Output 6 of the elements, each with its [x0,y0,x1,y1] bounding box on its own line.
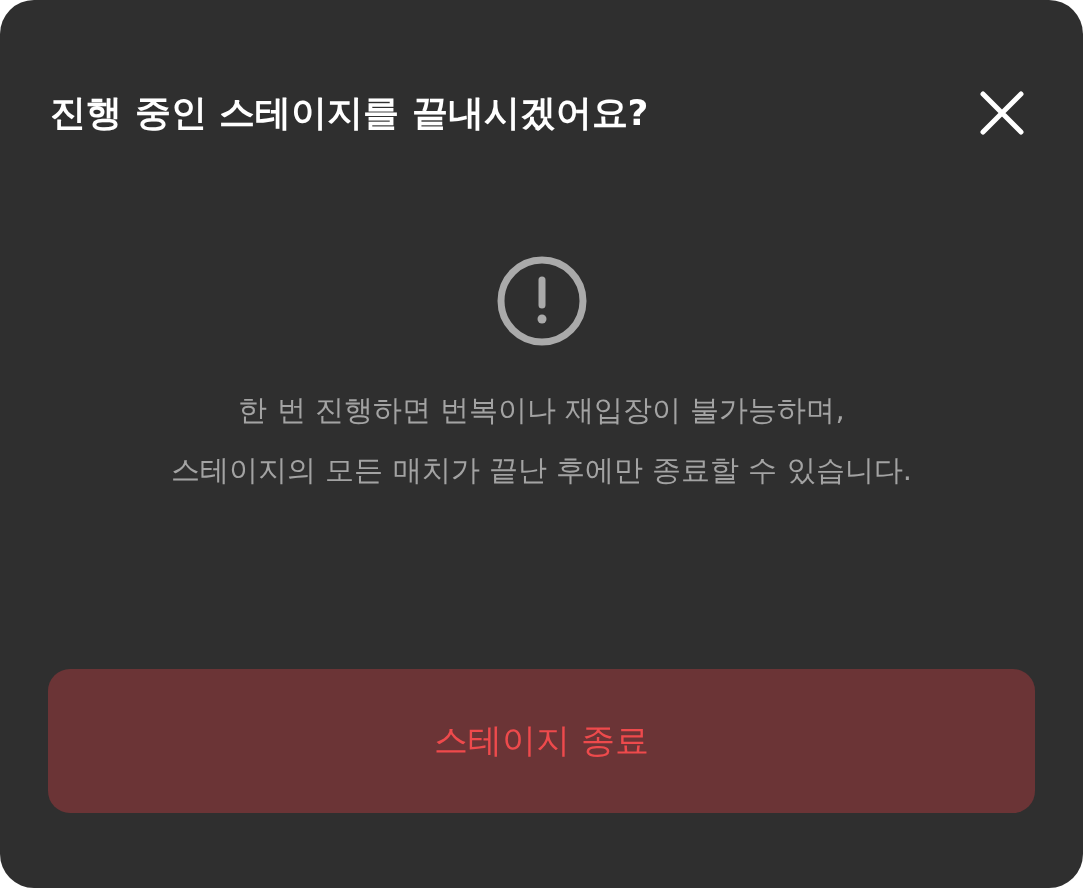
warning-icon [496,256,587,346]
close-button[interactable] [979,90,1025,136]
dialog-title: 진행 중인 스테이지를 끝내시겠어요? [50,91,649,135]
close-icon [979,90,1025,136]
warning-message: 한 번 진행하면 번복이나 재입장이 불가능하며, 스테이지의 모든 매치가 끝난 후에만 종료할 수 있습니다. [171,392,912,489]
end-stage-button[interactable]: 스테이지 종료 [48,669,1035,813]
